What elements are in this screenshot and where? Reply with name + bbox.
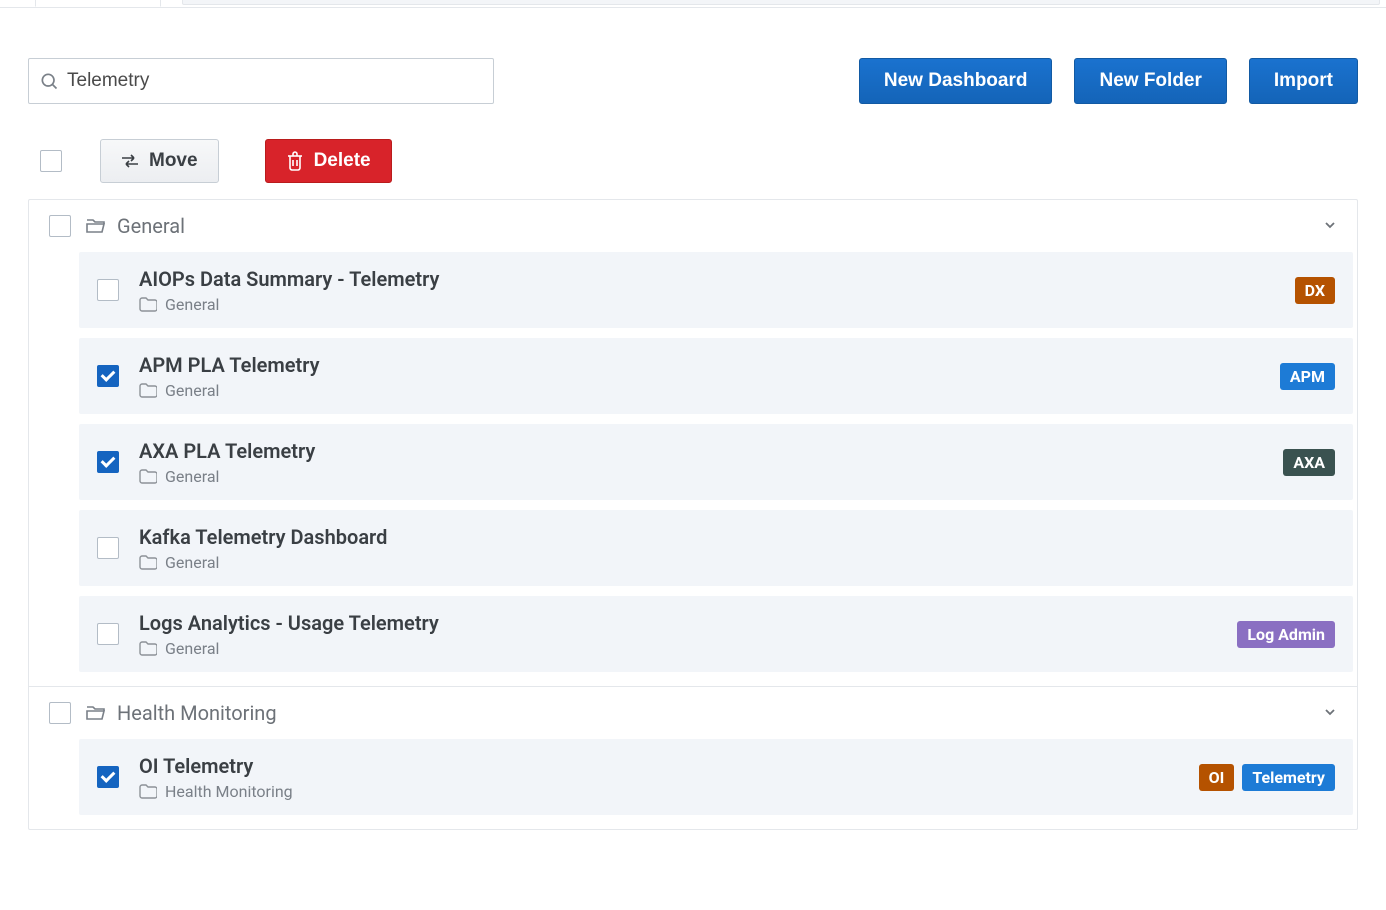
folder-row[interactable]: General (85, 214, 1309, 238)
tag-list: OI Telemetry (1199, 764, 1335, 791)
dashboard-row[interactable]: Logs Analytics - Usage Telemetry General L… (79, 596, 1353, 672)
search-input[interactable] (67, 70, 483, 92)
folder-select-checkbox[interactable] (49, 215, 71, 237)
dashboard-select-checkbox[interactable] (97, 279, 119, 301)
folder-icon (139, 297, 157, 312)
chevron-down-icon[interactable] (1323, 217, 1337, 236)
dashboard-folder-name: General (165, 381, 219, 400)
dashboard-title[interactable]: OI Telemetry (139, 754, 1179, 778)
tag[interactable]: APM (1280, 363, 1335, 390)
move-icon (121, 154, 139, 168)
folder-open-icon (85, 704, 107, 722)
dashboard-folder-name: General (165, 553, 219, 572)
dashboard-folder-breadcrumb[interactable]: General (139, 467, 1263, 486)
dashboard-title[interactable]: Kafka Telemetry Dashboard (139, 525, 1315, 549)
folder-icon (139, 383, 157, 398)
tag[interactable]: AXA (1283, 449, 1335, 476)
tag[interactable]: Telemetry (1242, 764, 1335, 791)
search-icon (39, 71, 59, 91)
tag[interactable]: Log Admin (1237, 621, 1335, 648)
dashboard-title[interactable]: APM PLA Telemetry (139, 353, 1260, 377)
dashboard-folder-name: Health Monitoring (165, 782, 293, 801)
move-button[interactable]: Move (100, 139, 219, 183)
dashboard-title[interactable]: Logs Analytics - Usage Telemetry (139, 611, 1217, 635)
dashboard-select-checkbox[interactable] (97, 766, 119, 788)
tag-list: Log Admin (1237, 621, 1335, 648)
folder-icon (139, 555, 157, 570)
dashboard-folder-name: General (165, 295, 219, 314)
dashboard-row[interactable]: AIOPs Data Summary - Telemetry General DX (79, 252, 1353, 328)
dashboard-select-checkbox[interactable] (97, 451, 119, 473)
dashboard-folder-breadcrumb[interactable]: General (139, 553, 1315, 572)
import-button[interactable]: Import (1249, 58, 1358, 104)
folder-name: General (117, 214, 185, 238)
dashboard-row[interactable]: Kafka Telemetry Dashboard General (79, 510, 1353, 586)
dashboard-select-checkbox[interactable] (97, 365, 119, 387)
dashboard-folder-breadcrumb[interactable]: General (139, 381, 1260, 400)
tag[interactable]: DX (1295, 277, 1335, 304)
folder-name: Health Monitoring (117, 701, 277, 725)
dashboard-select-checkbox[interactable] (97, 537, 119, 559)
move-label: Move (149, 150, 198, 172)
new-dashboard-button[interactable]: New Dashboard (859, 58, 1053, 104)
trash-icon (286, 151, 304, 171)
dashboard-row[interactable]: AXA PLA Telemetry General AXA (79, 424, 1353, 500)
dashboard-folder-name: General (165, 467, 219, 486)
delete-label: Delete (314, 150, 371, 172)
search-dashboards-field[interactable] (28, 58, 494, 104)
chevron-down-icon[interactable] (1323, 704, 1337, 723)
dashboard-title[interactable]: AXA PLA Telemetry (139, 439, 1263, 463)
tag-list: DX (1295, 277, 1335, 304)
dashboard-folder-breadcrumb[interactable]: Health Monitoring (139, 782, 1179, 801)
dashboard-select-checkbox[interactable] (97, 623, 119, 645)
folder-icon (139, 641, 157, 656)
dashboard-row[interactable]: OI Telemetry Health Monitoring OI Telemetry (79, 739, 1353, 815)
folder-open-icon (85, 217, 107, 235)
dashboard-row[interactable]: APM PLA Telemetry General APM (79, 338, 1353, 414)
new-folder-button[interactable]: New Folder (1074, 58, 1226, 104)
tag-list: APM (1280, 363, 1335, 390)
select-all-checkbox[interactable] (40, 150, 62, 172)
tag[interactable]: OI (1199, 764, 1235, 791)
folder-icon (139, 469, 157, 484)
folder-icon (139, 784, 157, 799)
dashboard-folder-name: General (165, 639, 219, 658)
dashboard-folder-breadcrumb[interactable]: General (139, 295, 1275, 314)
dashboard-list: General AIOPs Data Summary - Telemetry Gen… (28, 199, 1358, 830)
dashboard-title[interactable]: AIOPs Data Summary - Telemetry (139, 267, 1275, 291)
tag-list: AXA (1283, 449, 1335, 476)
delete-button[interactable]: Delete (265, 139, 392, 183)
dashboard-folder-breadcrumb[interactable]: General (139, 639, 1217, 658)
folder-select-checkbox[interactable] (49, 702, 71, 724)
folder-row[interactable]: Health Monitoring (85, 701, 1309, 725)
